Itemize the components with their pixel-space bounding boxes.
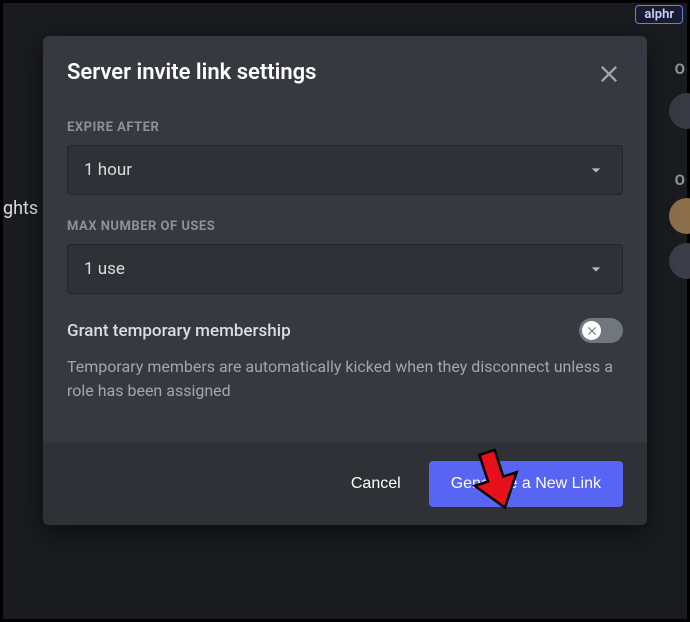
modal-footer: Cancel Generate a New Link — [43, 443, 647, 525]
cancel-button[interactable]: Cancel — [343, 463, 409, 505]
expire-select[interactable]: 1 hour — [67, 145, 623, 195]
right-edge-decoration: O O — [669, 3, 687, 619]
generate-link-button[interactable]: Generate a New Link — [429, 461, 623, 507]
close-icon — [597, 62, 621, 86]
expire-label: Expire after — [67, 120, 623, 135]
max-uses-select[interactable]: 1 use — [67, 244, 623, 294]
temp-membership-label: Grant temporary membership — [67, 321, 291, 341]
edge-avatar — [669, 243, 690, 279]
modal-title: Server invite link settings — [67, 60, 316, 85]
temp-membership-help: Temporary members are automatically kick… — [67, 355, 623, 403]
close-button[interactable] — [595, 60, 623, 92]
max-uses-value: 1 use — [84, 259, 125, 279]
edge-avatar — [669, 198, 690, 234]
modal-header: Server invite link settings — [43, 36, 647, 92]
temp-membership-row: Grant temporary membership — [67, 318, 623, 343]
edge-letter: O — [675, 60, 685, 78]
max-uses-label: Max number of uses — [67, 219, 623, 234]
modal-body: Expire after 1 hour Max number of uses 1… — [43, 92, 647, 443]
temp-membership-toggle[interactable] — [579, 318, 623, 343]
edge-avatar — [669, 93, 690, 129]
toggle-knob — [582, 321, 601, 340]
background-text-fragment: ghts — [3, 198, 38, 219]
invite-settings-modal: Server invite link settings Expire after… — [43, 36, 647, 525]
edge-letter: O — [675, 171, 685, 189]
toggle-off-icon — [586, 325, 598, 337]
chevron-down-icon — [586, 160, 606, 180]
chevron-down-icon — [586, 259, 606, 279]
expire-value: 1 hour — [84, 160, 132, 180]
